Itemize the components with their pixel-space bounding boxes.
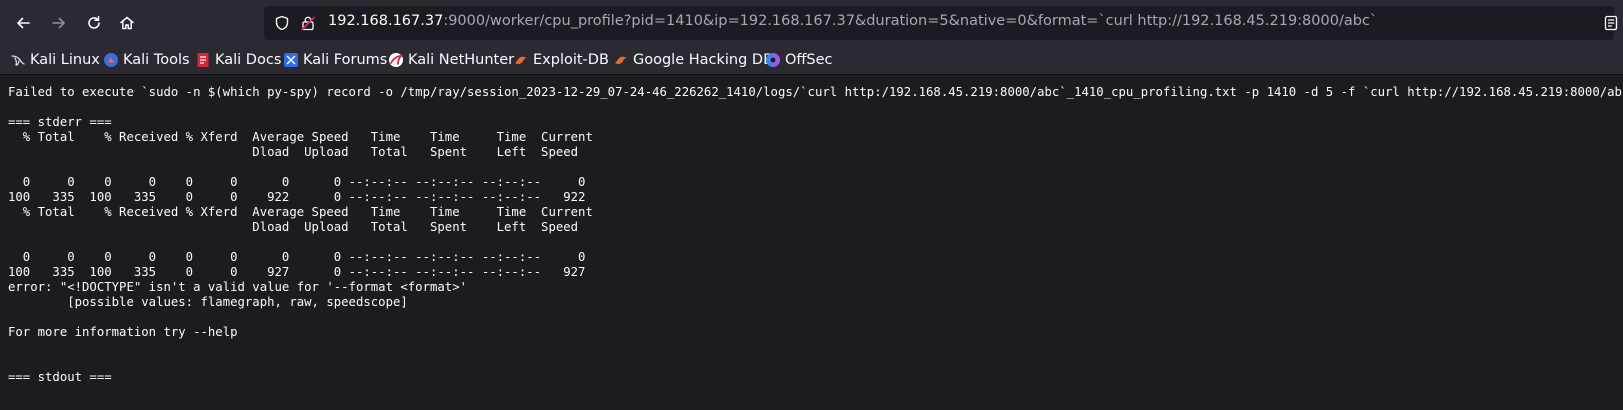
url-bar[interactable]: 192.168.167.37:9000/worker/cpu_profile?p… bbox=[264, 6, 1618, 40]
bookmark-kali-forums[interactable]: Kali Forums bbox=[283, 50, 387, 70]
bookmark-label: Exploit-DB bbox=[533, 52, 609, 68]
reload-icon bbox=[88, 16, 100, 29]
arrow-right-icon bbox=[52, 17, 65, 29]
bookmark-exploit-db[interactable]: Exploit-DB bbox=[513, 50, 609, 70]
error-output: Failed to execute `sudo -n $(which py-sp… bbox=[8, 85, 1623, 384]
browser-toolbar: 192.168.167.37:9000/worker/cpu_profile?p… bbox=[0, 0, 1623, 46]
bookmark-label: Google Hacking DB bbox=[633, 52, 774, 68]
bookmark-kali-docs[interactable]: Kali Docs bbox=[195, 50, 281, 70]
url-host: 192.168.167.37 bbox=[328, 13, 444, 29]
back-button[interactable] bbox=[9, 9, 37, 37]
forward-button[interactable] bbox=[45, 9, 73, 37]
bookmark-offsec[interactable]: OffSec bbox=[765, 50, 833, 70]
kali-docs-icon bbox=[197, 53, 209, 67]
ghdb-icon bbox=[615, 56, 627, 64]
bookmark-label: Kali Tools bbox=[123, 52, 190, 68]
bookmark-kali-linux[interactable]: Kali Linux bbox=[10, 50, 100, 70]
nethunter-icon bbox=[389, 53, 404, 67]
bookmark-kali-tools[interactable]: Kali Tools bbox=[103, 50, 190, 70]
bookmark-label: Kali Forums bbox=[303, 52, 388, 68]
bookmark-label: Kali NetHunter bbox=[408, 52, 515, 68]
bookmark-google-hacking-db[interactable]: Google Hacking DB bbox=[613, 50, 773, 70]
insecure-lock-icon[interactable] bbox=[300, 15, 316, 31]
reader-view-icon[interactable] bbox=[1604, 15, 1618, 31]
url-path: :9000/worker/cpu_profile?pid=1410&ip=192… bbox=[443, 13, 1378, 29]
shield-icon[interactable] bbox=[274, 15, 290, 31]
arrow-left-icon bbox=[17, 17, 30, 29]
home-icon bbox=[120, 16, 134, 30]
url-text[interactable]: 192.168.167.37:9000/worker/cpu_profile?p… bbox=[328, 13, 1377, 29]
bookmark-label: Kali Linux bbox=[30, 52, 100, 68]
home-button[interactable] bbox=[113, 9, 141, 37]
bookmarks-toolbar: Kali Linux Kali Tools Kali Docs Kali For… bbox=[0, 46, 1623, 75]
bookmark-label: Kali Docs bbox=[215, 52, 282, 68]
bookmark-label: OffSec bbox=[785, 52, 833, 68]
reload-button[interactable] bbox=[80, 9, 108, 37]
exploit-db-icon bbox=[515, 56, 527, 64]
offsec-icon bbox=[766, 53, 780, 67]
bookmark-kali-nethunter[interactable]: Kali NetHunter bbox=[388, 50, 514, 70]
kali-tools-icon bbox=[104, 53, 118, 67]
page-content: Failed to execute `sudo -n $(which py-sp… bbox=[0, 75, 1623, 410]
kali-forums-icon bbox=[284, 53, 298, 67]
kali-dragon-icon bbox=[11, 55, 25, 66]
